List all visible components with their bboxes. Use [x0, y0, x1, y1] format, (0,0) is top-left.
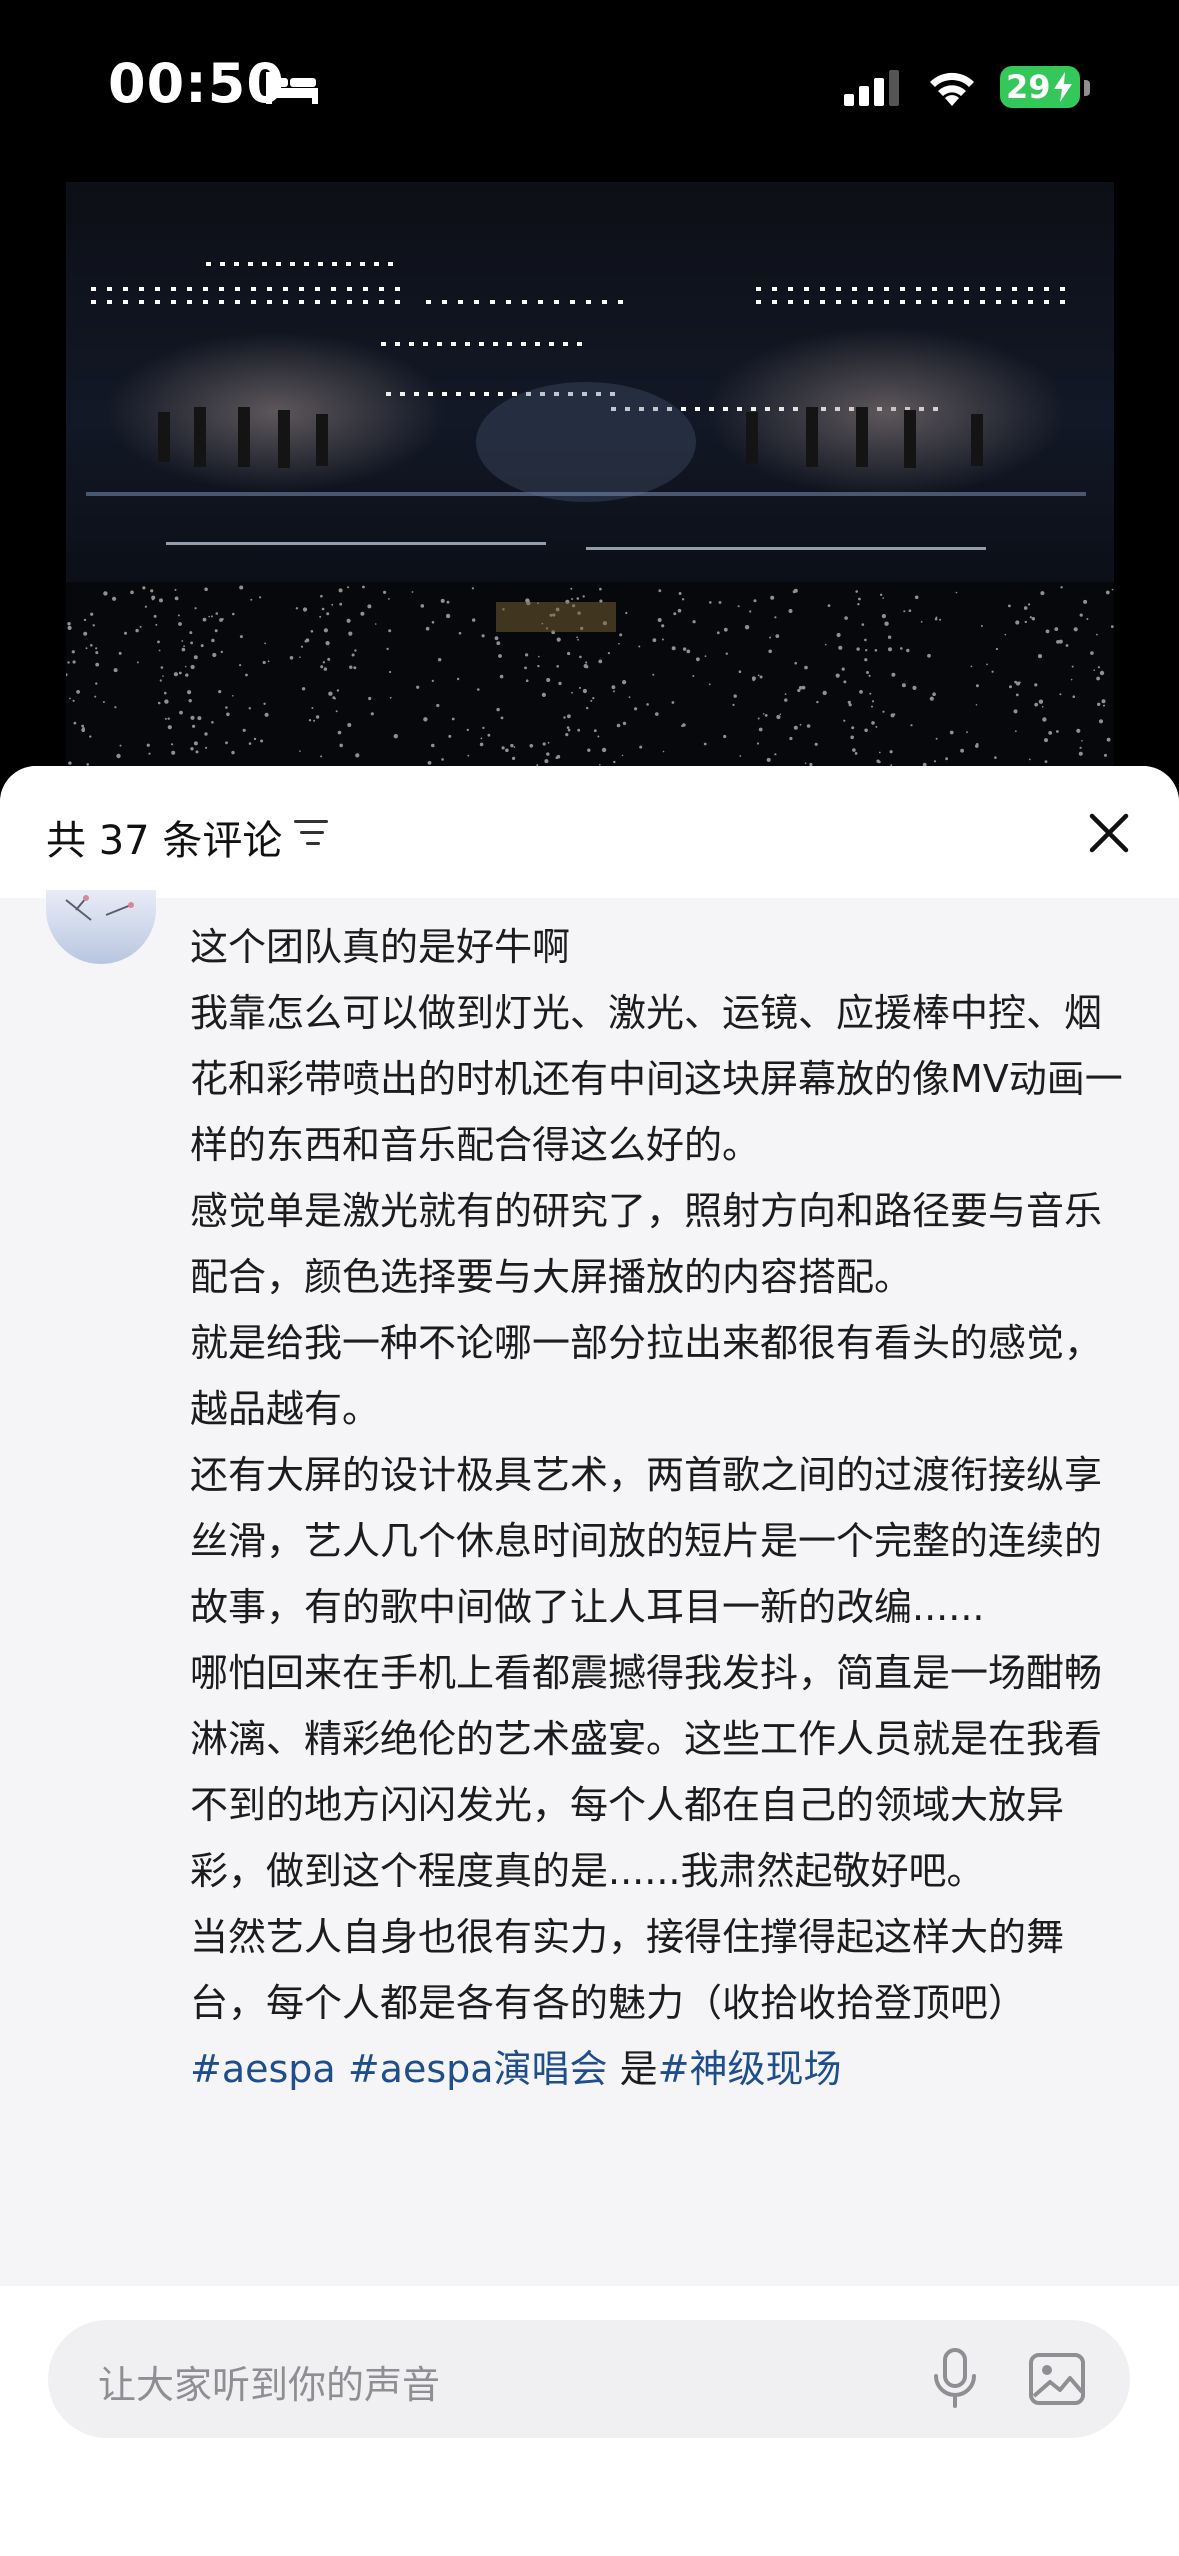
battery-icon: 29	[1000, 66, 1080, 108]
bed-icon	[266, 72, 318, 104]
comment-input-placeholder: 让大家听到你的声音	[98, 2363, 441, 2407]
hashtag-line: #aespa #aespa演唱会 是#神级现场	[190, 2036, 1130, 2102]
comment-paragraph: 哪怕回来在手机上看都震撼得我发抖，简直是一场酣畅淋漓、精彩绝伦的艺术盛宴。这些工…	[190, 1651, 1103, 1893]
close-icon[interactable]	[1086, 810, 1132, 856]
avatar-image	[65, 895, 134, 921]
status-time: 00:50	[108, 52, 285, 115]
battery-cap	[1084, 80, 1090, 96]
comment-paragraph: 感觉单是激光就有的研究了，照射方向和路径要与音乐配合，颜色选择要与大屏播放的内容…	[190, 1189, 1103, 1299]
mic-icon[interactable]	[928, 2346, 982, 2412]
wifi-icon	[930, 72, 974, 106]
input-bar: 让大家听到你的声音	[0, 2286, 1179, 2556]
comments-header: 共 37 条评论	[0, 766, 1179, 898]
bolt-icon	[1054, 72, 1072, 102]
comment-paragraph: 这个团队真的是好牛啊	[190, 925, 571, 969]
hashtag-aespa[interactable]: #aespa	[190, 2047, 336, 2091]
comment-paragraph: 还有大屏的设计极具艺术，两首歌之间的过渡衔接纵享丝滑，艺人几个休息时间放的短片是…	[190, 1453, 1103, 1629]
image-icon[interactable]	[1028, 2352, 1086, 2406]
comment-paragraph: 当然艺人自身也很有实力，接得住撑得起这样大的舞台，每个人都是各有各的魅力（收拾收…	[190, 1915, 1065, 2025]
comment-paragraph: 就是给我一种不论哪一部分拉出来都很有看头的感觉，越品越有。	[190, 1321, 1103, 1431]
hashtag-godlike-live[interactable]: #神级现场	[658, 2047, 842, 2091]
signal-icon	[844, 70, 899, 106]
concert-stage-image	[66, 262, 1114, 768]
comments-sheet: 共 37 条评论 这个团队真的是好牛啊 我靠怎么可以做到灯光、激光、运镜、应援棒…	[0, 766, 1179, 2556]
comment-paragraph: 我靠怎么可以做到灯光、激光、运镜、应援棒中控、烟花和彩带喷出的时机还有中间这块屏…	[190, 991, 1123, 1167]
status-bar: 00:50 29	[0, 0, 1179, 180]
hashtag-aespa-concert[interactable]: #aespa演唱会	[348, 2047, 608, 2091]
comment-body: 这个团队真的是好牛啊 我靠怎么可以做到灯光、激光、运镜、应援棒中控、烟花和彩带喷…	[190, 914, 1130, 2102]
hashtag-connector: 是	[619, 2047, 658, 2091]
comment-count: 共 37 条评论	[46, 818, 283, 864]
filter-icon[interactable]	[292, 816, 332, 850]
battery-level: 29	[1006, 68, 1051, 106]
avatar[interactable]	[46, 890, 156, 964]
comment-input[interactable]: 让大家听到你的声音	[48, 2320, 1130, 2438]
video-player[interactable]	[66, 182, 1114, 768]
